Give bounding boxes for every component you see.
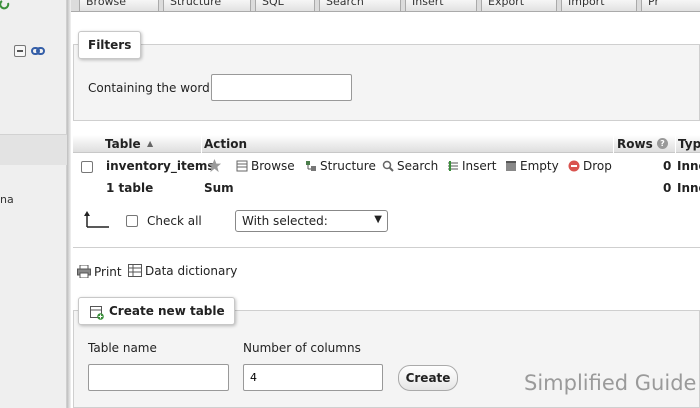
data-dictionary-icon bbox=[128, 264, 142, 277]
number-of-columns-input[interactable] bbox=[243, 364, 383, 391]
create-table-legend-text: Create new table bbox=[109, 304, 225, 318]
empty-icon bbox=[506, 161, 516, 171]
new-table-icon bbox=[90, 306, 104, 320]
summary-type: Inno bbox=[677, 181, 700, 195]
tab-privileges[interactable]: Pr bbox=[641, 0, 700, 11]
create-table-legend: Create new table bbox=[78, 297, 235, 325]
browse-action[interactable]: Browse bbox=[236, 159, 295, 173]
print-link[interactable]: Print bbox=[94, 265, 122, 279]
check-all-label[interactable]: Check all bbox=[147, 214, 202, 228]
collapse-icon[interactable] bbox=[14, 45, 26, 57]
structure-icon bbox=[306, 161, 316, 171]
tab-structure[interactable]: Structure bbox=[163, 0, 251, 11]
header-separator bbox=[675, 135, 676, 153]
number-of-columns-label: Number of columns bbox=[243, 341, 361, 355]
header-table[interactable]: Table bbox=[105, 137, 141, 151]
header-action: Action bbox=[204, 137, 248, 151]
tab-browse[interactable]: Browse bbox=[79, 0, 159, 11]
sort-asc-icon: ▲ bbox=[147, 139, 154, 148]
help-icon[interactable]: ? bbox=[657, 138, 668, 149]
data-dictionary-link[interactable]: Data dictionary bbox=[145, 264, 237, 278]
row-type: Inno bbox=[677, 159, 700, 173]
browse-icon bbox=[236, 160, 248, 172]
structure-action[interactable]: Structure bbox=[305, 159, 376, 173]
summary-sum: Sum bbox=[204, 181, 234, 195]
nav-divider bbox=[0, 134, 67, 135]
containing-word-input[interactable] bbox=[211, 74, 352, 101]
create-button[interactable]: Create bbox=[398, 365, 458, 391]
table-name-input[interactable] bbox=[88, 364, 229, 391]
summary-rows: 0 bbox=[663, 181, 672, 195]
header-type: Type bbox=[678, 137, 700, 151]
with-selected-dropdown[interactable]: With selected: ▼ bbox=[235, 210, 388, 232]
search-icon bbox=[382, 160, 394, 172]
chevron-down-icon: ▼ bbox=[374, 214, 382, 225]
header-separator bbox=[613, 135, 614, 153]
filters-legend: Filters bbox=[78, 31, 142, 59]
tab-search[interactable]: Search bbox=[319, 0, 401, 11]
navigation-panel: na bbox=[0, 0, 67, 408]
drop-action[interactable]: Drop bbox=[568, 159, 612, 173]
print-icon bbox=[77, 265, 91, 278]
favorite-star-icon[interactable] bbox=[207, 158, 222, 173]
tab-export[interactable]: Export bbox=[481, 0, 557, 11]
tab-bar: Browse Structure SQL Search Insert Expor… bbox=[71, 0, 700, 12]
reload-icon[interactable] bbox=[0, 0, 10, 10]
tab-import[interactable]: Import bbox=[561, 0, 637, 11]
header-separator bbox=[201, 135, 202, 153]
empty-action[interactable]: Empty bbox=[505, 159, 559, 173]
table-name-label: Table name bbox=[88, 341, 157, 355]
watermark: Simplified Guide bbox=[524, 371, 697, 395]
with-selected-value: With selected: bbox=[242, 214, 328, 228]
row-checkbox[interactable] bbox=[81, 161, 93, 173]
divider bbox=[73, 247, 700, 248]
header-rows[interactable]: Rows bbox=[617, 137, 653, 151]
table-name-link[interactable]: inventory_items bbox=[106, 159, 215, 173]
check-all-checkbox[interactable] bbox=[126, 215, 138, 227]
insert-action[interactable]: Insert bbox=[447, 159, 496, 173]
tab-insert[interactable]: Insert bbox=[405, 0, 477, 11]
insert-icon bbox=[448, 161, 458, 171]
tab-sql[interactable]: SQL bbox=[255, 0, 315, 11]
summary-table-count: 1 table bbox=[106, 181, 154, 195]
panel-divider bbox=[67, 0, 71, 408]
nav-item-label[interactable]: na bbox=[0, 193, 14, 206]
drop-icon bbox=[568, 160, 580, 172]
link-icon[interactable] bbox=[31, 46, 45, 56]
containing-word-label: Containing the word: bbox=[88, 81, 214, 95]
search-action[interactable]: Search bbox=[382, 159, 438, 173]
table-header: Table ▲ Action Rows ? Type bbox=[73, 135, 700, 153]
nav-highlight-band bbox=[0, 135, 67, 165]
arrow-up-icon bbox=[84, 211, 109, 228]
row-count: 0 bbox=[663, 159, 672, 173]
